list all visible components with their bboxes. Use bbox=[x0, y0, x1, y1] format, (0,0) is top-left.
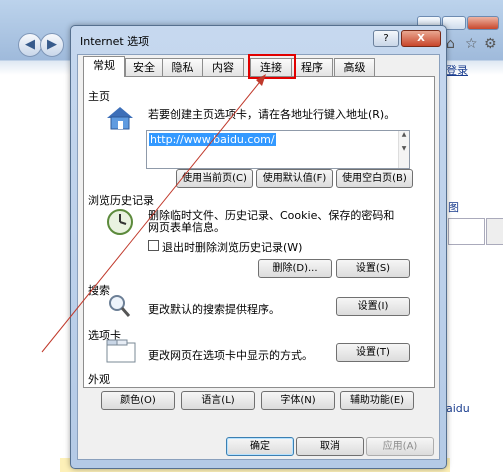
tab-programs[interactable]: 程序 bbox=[291, 58, 333, 76]
background-bottom-text: aidu bbox=[446, 402, 470, 415]
delete-on-exit-label: 退出时删除浏览历史记录(W) bbox=[162, 241, 303, 254]
house-icon bbox=[107, 107, 133, 130]
use-current-button[interactable]: 使用当前页(C) bbox=[176, 169, 253, 188]
history-settings-button[interactable]: 设置(S) bbox=[336, 259, 410, 278]
tab-general[interactable]: 常规 bbox=[83, 56, 125, 77]
login-link[interactable]: 登录 bbox=[446, 62, 468, 78]
favorites-icon[interactable]: ☆ bbox=[465, 36, 478, 52]
tab-privacy[interactable]: 隐私 bbox=[162, 58, 203, 76]
tabs-settings-button[interactable]: 设置(T) bbox=[336, 343, 410, 362]
appearance-heading: 外观 bbox=[88, 373, 110, 386]
accessibility-button[interactable]: 辅助功能(E) bbox=[340, 391, 414, 410]
home-icon[interactable]: ⌂ bbox=[446, 36, 455, 52]
fonts-button[interactable]: 字体(N) bbox=[261, 391, 335, 410]
delete-history-button[interactable]: 删除(D)... bbox=[258, 259, 332, 278]
dialog-title: Internet 选项 bbox=[80, 35, 150, 48]
browser-close-button[interactable] bbox=[467, 16, 499, 30]
homepage-scrollbar[interactable]: ▲ ▼ bbox=[398, 131, 409, 168]
tools-gear-icon[interactable]: ⚙ bbox=[484, 36, 497, 52]
close-button[interactable]: X bbox=[401, 30, 441, 47]
search-settings-button[interactable]: 设置(I) bbox=[336, 297, 410, 316]
tab-advanced[interactable]: 高级 bbox=[334, 58, 375, 76]
use-default-button[interactable]: 使用默认值(F) bbox=[256, 169, 333, 188]
tabs-description: 更改网页在选项卡中显示的方式。 bbox=[148, 349, 313, 362]
homepage-description: 若要创建主页选项卡，请在各地址行键入地址(R)。 bbox=[148, 108, 396, 121]
forward-button[interactable]: ▶ bbox=[40, 33, 64, 57]
languages-button[interactable]: 语言(L) bbox=[181, 391, 255, 410]
connections-tab-highlight bbox=[248, 54, 296, 79]
clock-history-icon bbox=[107, 209, 133, 235]
dialog-client-area: 常规 安全 隐私 内容 连接 程序 高级 主页 若要创建主页选项卡，请在各地址行… bbox=[77, 54, 440, 460]
help-button[interactable]: ? bbox=[373, 30, 399, 47]
history-heading: 浏览历史记录 bbox=[88, 194, 154, 207]
apply-button[interactable]: 应用(A) bbox=[366, 437, 434, 456]
history-description: 删除临时文件、历史记录、Cookie、保存的密码和网页表单信息。 bbox=[148, 209, 395, 234]
background-search-input[interactable] bbox=[448, 218, 485, 245]
back-button[interactable]: ◀ bbox=[18, 33, 42, 57]
internet-options-dialog: Internet 选项 ? X 常规 安全 隐私 内容 连接 程序 高级 主页 … bbox=[70, 25, 447, 469]
delete-on-exit-checkbox[interactable] bbox=[148, 240, 159, 251]
tab-security[interactable]: 安全 bbox=[125, 58, 163, 76]
ok-button[interactable]: 确定 bbox=[226, 437, 294, 456]
general-tab-panel: 主页 若要创建主页选项卡，请在各地址行键入地址(R)。 http://www.b… bbox=[83, 76, 435, 388]
cancel-button[interactable]: 取消 bbox=[296, 437, 364, 456]
homepage-url-text: http://www.baidu.com/ bbox=[149, 133, 276, 146]
use-blank-button[interactable]: 使用空白页(B) bbox=[336, 169, 413, 188]
search-description: 更改默认的搜索提供程序。 bbox=[148, 303, 280, 316]
magnifier-icon bbox=[109, 295, 131, 317]
tab-content[interactable]: 内容 bbox=[202, 58, 244, 76]
tabs-window-icon bbox=[106, 339, 136, 363]
background-search-button[interactable] bbox=[486, 218, 503, 245]
colors-button[interactable]: 颜色(O) bbox=[101, 391, 175, 410]
homepage-url-input[interactable]: http://www.baidu.com/ ▲ ▼ bbox=[146, 130, 410, 169]
homepage-heading: 主页 bbox=[88, 90, 110, 103]
background-link[interactable]: 图 bbox=[448, 199, 459, 215]
